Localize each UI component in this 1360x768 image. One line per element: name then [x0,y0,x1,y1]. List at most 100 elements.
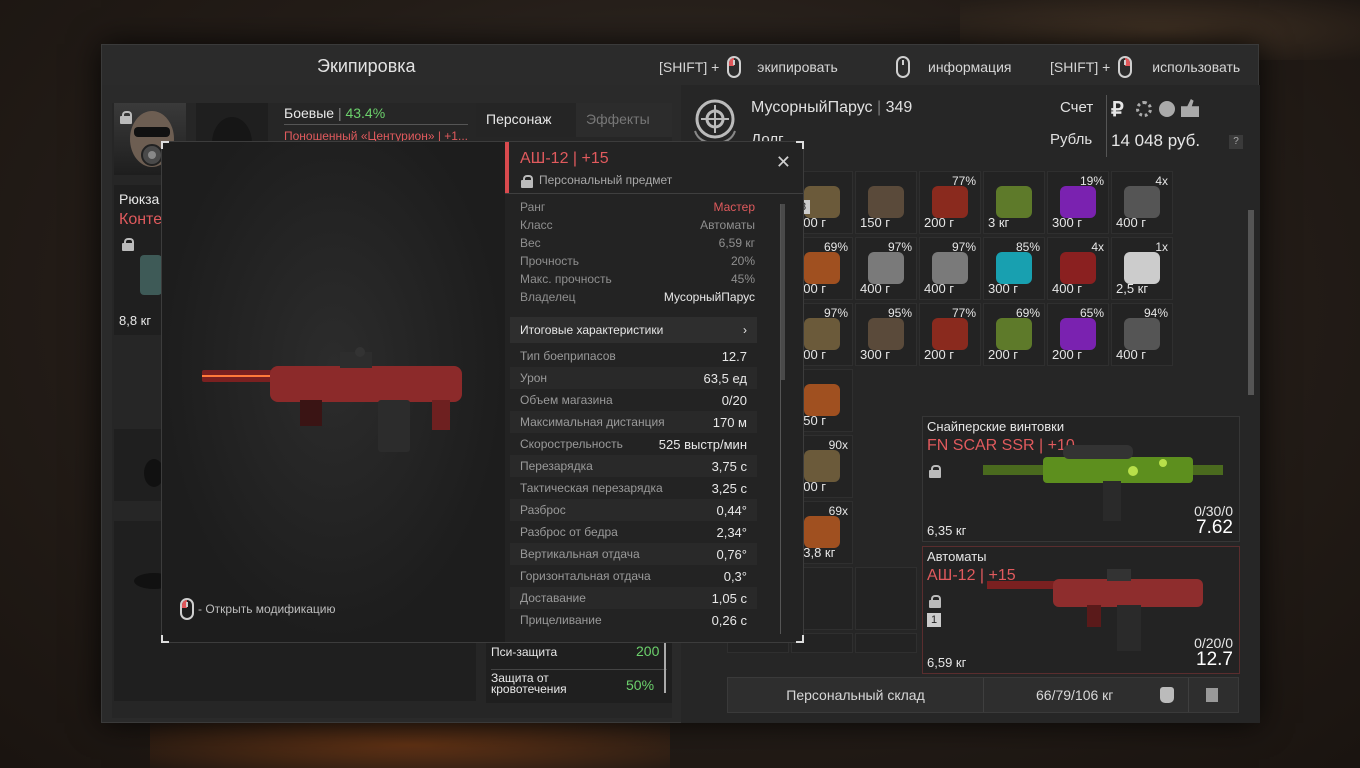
stat-key: Прицеливание [520,613,602,627]
inventory-item[interactable]: 400 г 4x [1111,171,1173,234]
inventory-item[interactable]: 200 г 77% [919,171,981,234]
stat-row: Скорострельность 525 выстр/мин [510,433,757,455]
tooltip-scroll-thumb[interactable] [781,204,785,380]
chevron-right-icon: › [743,323,747,337]
item-count: 4x [1155,174,1168,188]
inventory-item[interactable]: 400 г 97% [855,237,917,300]
gear-icon[interactable] [1136,101,1152,117]
item-icon [1124,186,1160,218]
psi-value: 200 [636,643,660,659]
stat-row: Доставание 1,05 с [510,587,757,609]
ruble-icon[interactable]: ₽ [1111,97,1124,122]
tab-character[interactable]: Персонаж [476,103,576,137]
help-button[interactable]: ? [1229,135,1243,149]
stat-key: Доставание [520,591,586,605]
item-weight: 150 г [860,215,891,230]
item-icon [1124,318,1160,350]
item-count: 77% [951,174,976,188]
inventory-item[interactable]: 300 г 95% [855,303,917,366]
empty-cell[interactable] [855,567,917,630]
item-weight: 200 г [924,347,955,362]
inventory-item[interactable]: 300 г 85% [983,237,1045,300]
item-weight: 300 г [988,281,1019,296]
item-count: 95% [887,306,912,320]
inventory-item[interactable]: 400 г 97% [919,237,981,300]
item-tooltip: - Открыть модификацию АШ-12 | +15 Персон… [161,141,804,643]
storage-footer: Персональный склад 66/79/106 кг [727,677,1239,713]
weapon-preview[interactable]: - Открыть модификацию [162,142,505,642]
backpack-weight: 8,8 кг [119,313,152,328]
inventory-item[interactable]: 400 г 4x [1047,237,1109,300]
stat-key: Максимальная дистанция [520,415,665,429]
item-ash12-rifle[interactable]: Автоматы АШ-12 | +15 1 6,59 кг 0/20/0 12… [922,546,1240,674]
accent-bar [505,142,509,193]
stat-row: Горизонтальная отдача 0,3° [510,565,757,587]
prop-key: Ранг [520,200,546,214]
stat-value: 0,26 с [711,612,747,628]
item-icon [868,186,904,218]
stat-row: Перезарядка 3,75 с [510,455,757,477]
grid-scrollbar[interactable] [1248,210,1254,395]
sniper-weight: 6,35 кг [927,523,967,538]
inventory-item[interactable]: 200 г 69% [983,303,1045,366]
trash-icon[interactable] [1206,688,1218,702]
item-icon [804,516,840,548]
inventory-item[interactable]: 3 кг [983,171,1045,234]
inventory-item[interactable]: 150 г [855,171,917,234]
stat-value: 1,05 с [711,590,747,606]
prop-key: Вес [520,236,541,250]
stat-key: Горизонтальная отдача [520,569,651,583]
stat-value: 12.7 [721,348,747,364]
rifle-badge: 1 [927,613,941,627]
item-count: 1x [1155,240,1168,254]
item-count: 69x [828,504,848,518]
item-icon [932,318,968,350]
hint-use: [SHIFT] + использовать [1050,56,1240,78]
weapon-subtitle: Персональный предмет [539,173,673,187]
inventory-item[interactable]: 2,5 кг 1x [1111,237,1173,300]
inventory-item[interactable]: 200 г 77% [919,303,981,366]
combat-value: 43.4% [345,105,386,121]
inventory-item[interactable]: 300 г 19% [1047,171,1109,234]
grenade-slot[interactable] [114,429,164,501]
empty-cell[interactable] [855,633,917,653]
bleed-label: Защита от кровотечения [491,672,567,696]
rifle-caliber: 12.7 [1196,649,1233,670]
stat-value: 525 выстр/мин [658,436,747,452]
lock-icon [929,465,941,478]
grenade-icon [144,459,164,487]
item-count: 69% [1015,306,1040,320]
item-icon [1124,252,1160,284]
item-weight: 400 г [860,281,891,296]
inventory-item[interactable]: 400 г 94% [1111,303,1173,366]
item-icon [1060,318,1096,350]
item-count: 94% [1143,306,1168,320]
final-stats-label: Итоговые характеристики [520,323,664,337]
prop-key: Класс [520,218,553,232]
backpack-slot[interactable]: Рюкза Конте 8,8 кг [114,185,162,335]
item-weight: 400 г [1052,281,1083,296]
hint-use-action: использовать [1152,59,1241,75]
stat-row: Максимальная дистанция 170 м [510,411,757,433]
inventory-item[interactable]: 200 г 65% [1047,303,1109,366]
bleed-value: 50% [626,677,655,693]
balance: 14 048 руб. [1111,131,1201,150]
item-count: 77% [951,306,976,320]
item-icon [996,318,1032,350]
thumbs-up-icon[interactable] [1181,99,1199,117]
item-count: 97% [823,306,848,320]
mouse-icon [896,56,910,78]
close-button[interactable]: ✕ [776,152,791,173]
item-icon [804,252,840,284]
tab-effects[interactable]: Эффекты [586,111,650,127]
final-stats-header[interactable]: Итоговые характеристики › [510,317,757,343]
storage-button[interactable]: Персональный склад [728,678,984,712]
bleed-label-line2: кровотечения [491,682,567,696]
stat-row: Прицеливание 0,26 с [510,609,757,631]
weapon-details: АШ-12 | +15 Персональный предмет ✕ Ранг М… [505,142,803,642]
item-sniper-rifle[interactable]: Снайперские винтовки FN SCAR SSR | +10 6… [922,416,1240,542]
item-count: 97% [887,240,912,254]
compass-icon[interactable] [1159,101,1175,117]
stat-row: Тактическая перезарядка 3,25 с [510,477,757,499]
stat-key: Перезарядка [520,459,593,473]
